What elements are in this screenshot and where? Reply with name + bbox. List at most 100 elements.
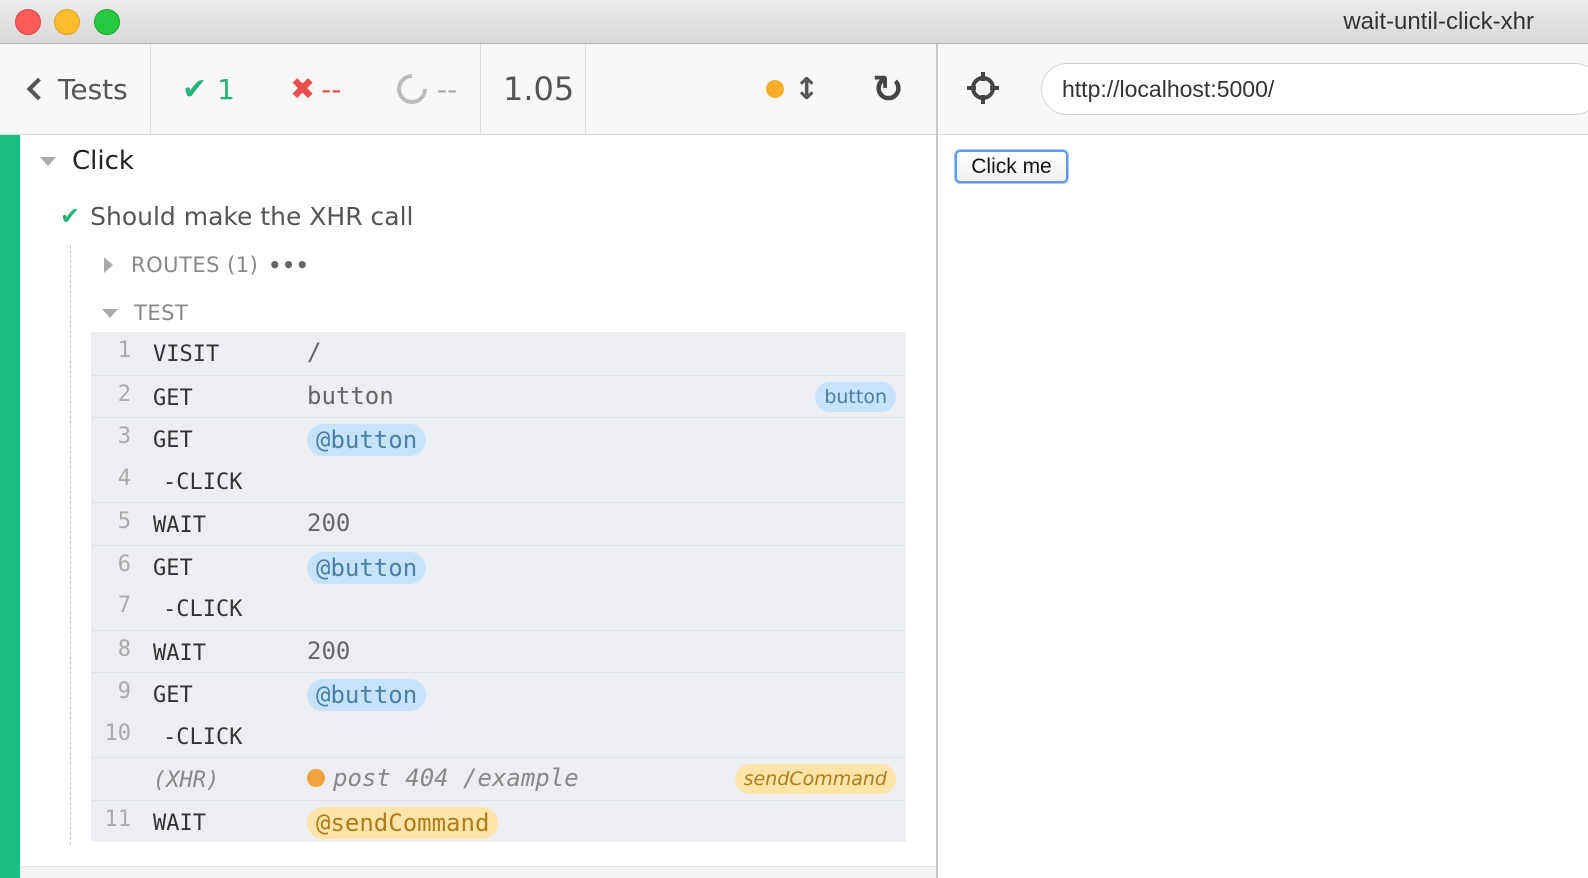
passed-stat: ✔ 1 <box>182 44 235 134</box>
hook-guide-line <box>70 245 71 845</box>
reporter-footer <box>20 866 938 878</box>
command-list: 1 VISIT / 2 GET button button 3 GET @button 4 -CLIC… <box>91 332 906 842</box>
command-number: 10 <box>104 720 132 746</box>
vertical-arrows-icon: ↕ <box>794 71 820 107</box>
command-number: 1 <box>117 338 131 363</box>
tests-button[interactable]: Tests <box>24 44 128 134</box>
failed-count: -- <box>321 72 342 106</box>
command-message: @sendCommand <box>307 806 499 839</box>
more-icon[interactable]: ••• <box>268 253 309 277</box>
command-name: (XHR) <box>153 768 220 793</box>
passed-count: 1 <box>217 72 235 106</box>
app-under-test: Click me <box>938 135 1588 878</box>
pending-circle-icon <box>390 67 434 111</box>
check-icon: ✔ <box>182 71 208 107</box>
command-row[interactable]: 6 GET @button <box>91 544 906 588</box>
caret-down-icon <box>102 308 118 318</box>
chevron-left-icon <box>26 77 50 101</box>
aut-header: http://localhost:5000/ <box>938 44 1588 135</box>
command-row[interactable]: 4 -CLICK <box>91 460 906 503</box>
window-titlebar: wait-until-click-xhr <box>0 0 1588 44</box>
command-message: @button <box>307 551 427 584</box>
pending-stat: -- <box>390 44 458 134</box>
command-row[interactable]: 10 -CLICK <box>91 715 906 758</box>
routes-title: ROUTES (1) <box>131 253 259 277</box>
command-number: 8 <box>117 636 131 662</box>
command-name: GET <box>153 385 193 411</box>
command-row[interactable]: 2 GET button button <box>91 374 906 418</box>
reload-icon: ↻ <box>872 67 904 111</box>
command-row[interactable]: 7 -CLICK <box>91 587 906 630</box>
command-row[interactable]: 11 WAIT @sendCommand <box>91 799 906 843</box>
command-number: 3 <box>117 424 131 449</box>
command-number: 2 <box>117 381 131 407</box>
caret-down-icon <box>40 156 56 166</box>
suite-header[interactable]: Click <box>40 143 134 179</box>
test-hook[interactable]: TEST <box>102 298 188 328</box>
command-name: VISIT <box>153 342 220 367</box>
command-row[interactable]: 3 GET @button <box>91 417 906 460</box>
tests-label: Tests <box>58 72 128 106</box>
auto-scroll-toggle[interactable]: ↕ <box>766 44 819 134</box>
command-number: 6 <box>117 551 131 577</box>
click-me-button[interactable]: Click me <box>955 150 1068 183</box>
routes-hook[interactable]: ROUTES (1) ••• <box>104 250 310 280</box>
command-number: 11 <box>104 806 132 832</box>
check-icon: ✔ <box>60 202 81 230</box>
command-message-text: 200 <box>307 636 351 665</box>
duration: 1.05 <box>503 70 575 108</box>
command-name: -CLICK <box>163 597 243 622</box>
command-number: 7 <box>117 593 131 618</box>
reporter-header: Tests ✔ 1 ✖ -- -- 1.05 ↕ ↻ <box>0 44 938 135</box>
divider <box>150 44 151 134</box>
xhr-status-dot-icon <box>307 769 325 787</box>
command-message: @button <box>307 424 427 456</box>
command-message: 200 <box>307 637 350 665</box>
minimize-window-button[interactable] <box>54 9 80 35</box>
status-accent-bar <box>0 135 20 878</box>
close-window-button[interactable] <box>15 9 41 35</box>
command-row[interactable]: 9 GET @button <box>91 672 906 715</box>
command-number: 5 <box>117 509 131 534</box>
rerun-button[interactable]: ↻ <box>872 44 904 134</box>
test-header[interactable]: ✔ Should make the XHR call <box>60 198 414 234</box>
command-message-text: 200 <box>307 509 351 537</box>
command-name: GET <box>153 555 193 581</box>
command-message-text: post 404 /example <box>333 764 579 792</box>
command-message: button <box>307 382 394 410</box>
alias-pill: @button <box>307 424 427 456</box>
command-number: 9 <box>117 679 131 704</box>
command-message: / <box>307 338 321 366</box>
command-name: WAIT <box>153 640 206 666</box>
command-name: -CLICK <box>163 469 243 495</box>
alias-pill: @button <box>307 551 427 584</box>
command-message: post 404 /example <box>307 764 579 792</box>
command-name: GET <box>153 683 193 708</box>
divider <box>585 44 586 134</box>
test-title: Should make the XHR call <box>90 201 414 231</box>
command-row[interactable]: (XHR) post 404 /example sendCommand <box>91 757 906 800</box>
command-row[interactable]: 1 VISIT / <box>91 332 906 375</box>
maximize-window-button[interactable] <box>94 9 120 35</box>
command-row[interactable]: 8 WAIT 200 <box>91 629 906 673</box>
selector-playground-icon[interactable] <box>966 71 1000 105</box>
command-name: WAIT <box>153 810 206 836</box>
alias-badge: sendCommand <box>734 764 896 794</box>
command-name: WAIT <box>153 513 206 538</box>
command-row[interactable]: 5 WAIT 200 <box>91 502 906 545</box>
command-name: -CLICK <box>163 724 243 750</box>
x-icon: ✖ <box>290 71 316 107</box>
alias-badge: button <box>815 381 896 412</box>
command-number: 4 <box>117 465 131 491</box>
command-name: GET <box>153 428 193 453</box>
command-message: 200 <box>307 509 350 537</box>
alias-pill: @sendCommand <box>307 806 499 839</box>
divider <box>480 44 481 134</box>
url-bar[interactable]: http://localhost:5000/ <box>1041 63 1588 115</box>
pending-count: -- <box>437 72 458 106</box>
command-message-text: button <box>307 381 394 410</box>
failed-stat: ✖ -- <box>290 44 341 134</box>
suite-title: Click <box>72 146 134 176</box>
command-message: @button <box>307 679 427 711</box>
test-hook-title: TEST <box>134 301 189 325</box>
